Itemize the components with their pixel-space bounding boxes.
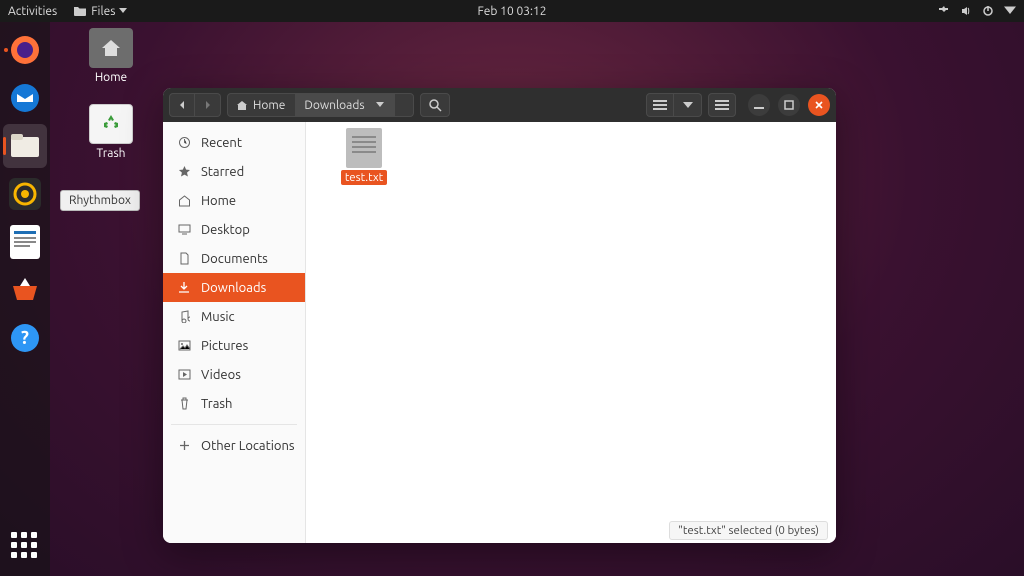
app-menu-label: Files [91, 5, 115, 18]
document-icon [177, 252, 191, 265]
chevron-down-icon [119, 8, 127, 14]
recycle-icon [100, 113, 122, 135]
path-seg-downloads[interactable]: Downloads [296, 94, 394, 116]
file-item[interactable]: test.txt [328, 128, 400, 185]
file-view[interactable]: test.txt "test.txt" selected (0 bytes) [306, 122, 836, 543]
desktop-icon-home[interactable]: Home [80, 28, 142, 84]
clock-icon [177, 136, 191, 149]
dock-show-apps[interactable] [3, 524, 47, 568]
dock: ? [0, 22, 50, 576]
video-icon [177, 369, 191, 380]
sidebar-item-trash[interactable]: Trash [163, 389, 305, 418]
sidebar-item-music[interactable]: Music [163, 302, 305, 331]
desktop-icon-label: Trash [80, 147, 142, 160]
app-menu-files[interactable]: Files [73, 5, 127, 18]
plus-icon [177, 440, 191, 451]
files-window: Home Downloads Recent Starred Home Deskt… [163, 88, 836, 543]
view-options-button[interactable] [674, 93, 702, 117]
activities-button[interactable]: Activities [8, 5, 57, 18]
desktop-icon-trash[interactable]: Trash [80, 104, 142, 160]
text-file-icon [346, 128, 382, 168]
sidebar-item-label: Pictures [201, 339, 248, 353]
sidebar-item-label: Home [201, 194, 236, 208]
back-button[interactable] [169, 93, 195, 117]
sidebar-item-label: Other Locations [201, 439, 295, 453]
dock-item-rhythmbox[interactable] [3, 172, 47, 216]
view-list-button[interactable] [646, 93, 674, 117]
power-icon[interactable] [982, 5, 994, 17]
sidebar-item-downloads[interactable]: Downloads [163, 273, 305, 302]
network-icon[interactable] [938, 5, 950, 17]
path-seg-label: Downloads [304, 99, 364, 112]
music-icon [177, 310, 191, 323]
sidebar-item-label: Desktop [201, 223, 250, 237]
close-button[interactable] [808, 94, 830, 116]
sidebar-item-videos[interactable]: Videos [163, 360, 305, 389]
sidebar-item-documents[interactable]: Documents [163, 244, 305, 273]
search-button[interactable] [420, 93, 450, 117]
path-seg-home[interactable]: Home [228, 94, 296, 116]
dock-item-help[interactable]: ? [3, 316, 47, 360]
download-icon [177, 281, 191, 294]
pathbar: Home Downloads [227, 93, 414, 117]
forward-button[interactable] [195, 93, 221, 117]
sidebar-item-label: Downloads [201, 281, 266, 295]
dock-item-files[interactable] [3, 124, 47, 168]
sidebar-item-label: Documents [201, 252, 268, 266]
sidebar-item-desktop[interactable]: Desktop [163, 215, 305, 244]
titlebar[interactable]: Home Downloads [163, 88, 836, 122]
sidebar: Recent Starred Home Desktop Documents Do… [163, 122, 306, 543]
sidebar-item-other-locations[interactable]: Other Locations [163, 431, 305, 460]
home-icon [177, 195, 191, 207]
home-icon [100, 38, 122, 58]
trash-icon [177, 397, 191, 410]
sidebar-item-label: Trash [201, 397, 232, 411]
sidebar-item-label: Music [201, 310, 235, 324]
clock[interactable]: Feb 10 03:12 [477, 5, 546, 18]
dock-item-thunderbird[interactable] [3, 76, 47, 120]
sidebar-item-label: Starred [201, 165, 244, 179]
star-icon [177, 165, 191, 178]
sidebar-item-home[interactable]: Home [163, 186, 305, 215]
path-seg-label: Home [253, 99, 285, 112]
status-bar: "test.txt" selected (0 bytes) [669, 521, 828, 540]
svg-text:?: ? [21, 328, 29, 348]
desktop-icon-label: Home [80, 71, 142, 84]
home-icon [236, 100, 248, 111]
tooltip: Rhythmbox [60, 190, 140, 211]
sidebar-item-pictures[interactable]: Pictures [163, 331, 305, 360]
hamburger-menu-button[interactable] [708, 93, 736, 117]
sidebar-item-recent[interactable]: Recent [163, 128, 305, 157]
chevron-down-icon[interactable] [1004, 5, 1016, 17]
chevron-down-icon [376, 102, 384, 108]
file-label: test.txt [341, 170, 387, 185]
dock-item-libreoffice[interactable] [3, 220, 47, 264]
sidebar-item-label: Videos [201, 368, 241, 382]
minimize-button[interactable] [748, 94, 770, 116]
dock-item-firefox[interactable] [3, 28, 47, 72]
sidebar-item-label: Recent [201, 136, 242, 150]
volume-icon[interactable] [960, 5, 972, 17]
folder-icon [73, 5, 87, 17]
maximize-button[interactable] [778, 94, 800, 116]
picture-icon [177, 340, 191, 351]
desktop-icon [177, 224, 191, 235]
sidebar-item-starred[interactable]: Starred [163, 157, 305, 186]
top-panel: Activities Files Feb 10 03:12 [0, 0, 1024, 22]
dock-item-software[interactable] [3, 268, 47, 312]
